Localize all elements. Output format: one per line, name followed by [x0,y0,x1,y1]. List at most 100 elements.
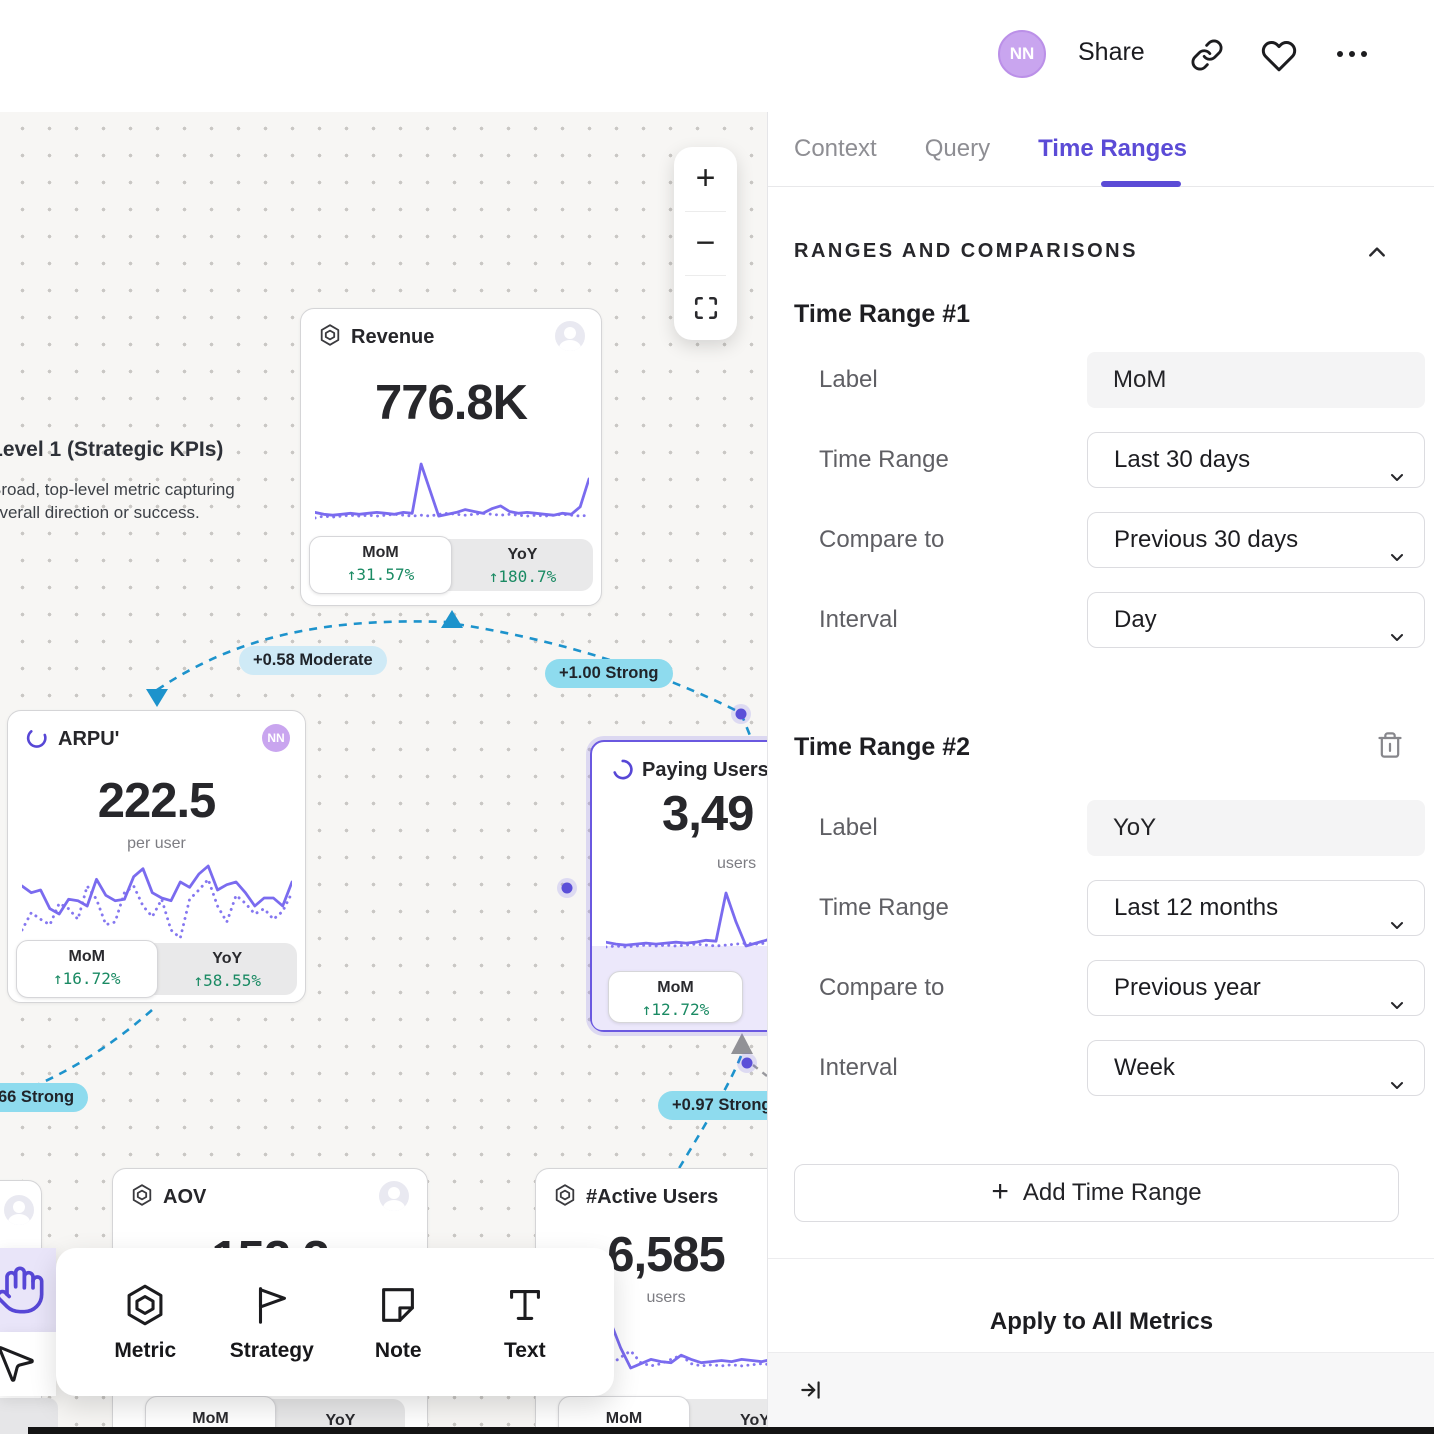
tool-note[interactable]: Note [342,1282,454,1363]
cursor-icon [0,1340,38,1386]
interval-label: Interval [819,592,898,648]
time-range-2-title: Time Range #2 [794,733,970,762]
link-icon [1190,38,1224,72]
plus-icon: + [991,1175,1009,1209]
tab-query[interactable]: Query [925,135,990,163]
card-title: #Active Users [586,1186,718,1209]
object-palette: Metric Strategy Note Text [56,1248,614,1396]
metric-value: 776.8K [301,375,601,431]
bottom-edge-bar [28,1427,1434,1434]
owner-avatar-icon [379,1181,409,1211]
hand-tool-button[interactable] [0,1248,56,1332]
metric-card-revenue[interactable]: Revenue 776.8K MoM ↑31.57% YoY ↑180.7% [300,308,602,606]
comparison-toggle: MoM ↑31.57% YoY ↑180.7% [311,539,593,591]
hexagon-metric-icon [318,323,342,352]
correlation-badge-arpu-revenue[interactable]: +0.58 Moderate [239,646,387,675]
mom-toggle[interactable]: MoM ↑12.72% [608,971,743,1023]
edge-gray-stub [753,1065,767,1076]
ellipsis-icon [1334,44,1370,64]
interval-label: Interval [819,1040,898,1096]
compare-to-select[interactable]: Previous 30 days [1087,512,1425,568]
compare-to-label: Compare to [819,960,944,1016]
panel-tabs: Context Query Time Ranges [768,112,1434,187]
collapse-panel-button[interactable] [798,1377,824,1408]
copy-link-button[interactable] [1190,38,1224,77]
group-description: Broad, top-level metric capturing overal… [0,478,246,525]
fit-view-button[interactable] [674,276,737,340]
hexagon-metric-icon [122,1282,168,1328]
comparison-toggle: MoM ↑16.72% YoY ↑58.55% [18,943,297,995]
metric-tree-canvas[interactable]: Level 1 (Strategic KPIs) Broad, top-leve… [0,112,767,1434]
tab-context[interactable]: Context [794,135,877,163]
correlation-badge-active-paying[interactable]: +0.97 Strong [658,1091,767,1120]
zoom-controls: + − [674,147,737,340]
metric-unit: users [717,855,756,873]
tab-time-ranges[interactable]: Time Ranges [1038,135,1187,163]
arrowhead-into-arpu [146,689,168,707]
chevron-up-icon [1367,244,1387,260]
zoom-out-button[interactable]: − [674,212,737,276]
delete-time-range-button[interactable] [1376,730,1404,765]
user-avatar[interactable]: NN [998,30,1046,78]
app-screen: Level 1 (Strategic KPIs) Broad, top-leve… [0,0,1434,1434]
top-header: NN Share [0,0,1434,112]
panel-footer [768,1352,1434,1434]
chevron-down-icon [1388,1060,1406,1113]
hexagon-metric-icon [130,1183,154,1212]
connection-handle-dot[interactable] [562,883,573,894]
flag-icon [249,1282,295,1328]
time-range-select[interactable]: Last 12 months [1087,880,1425,936]
card-title: Revenue [351,326,434,349]
mom-toggle[interactable]: MoM ↑31.57% [309,536,452,594]
chevron-down-icon [1388,612,1406,665]
label-field-label: Label [819,352,878,408]
favorite-button[interactable] [1261,38,1297,79]
sparkline-chart [315,459,589,523]
trash-icon [1376,730,1404,760]
add-time-range-button[interactable]: + Add Time Range [794,1164,1399,1222]
chevron-down-icon [1388,452,1406,505]
share-button[interactable]: Share [1078,38,1145,67]
owner-avatar-icon [4,1195,34,1225]
group-annotation: Level 1 (Strategic KPIs) Broad, top-leve… [0,438,246,525]
apply-to-all-metrics-button[interactable]: Apply to All Metrics [768,1308,1434,1336]
mom-toggle[interactable]: MoM ↑16.72% [16,940,158,998]
yoy-toggle[interactable]: YoY ↑58.55% [158,943,298,995]
time-range-label: Time Range [819,880,949,936]
chevron-down-icon [1388,900,1406,953]
tool-strategy[interactable]: Strategy [216,1282,328,1363]
collapse-section-button[interactable] [1367,244,1387,265]
zoom-in-button[interactable]: + [674,147,737,211]
owner-badge: NN [262,724,290,752]
correlation-badge-paying-revenue[interactable]: +1.00 Strong [545,659,673,688]
metric-card-paying-users[interactable]: Paying Users' 3,49 users MoM ↑12.72% [590,740,767,1032]
time-range-select[interactable]: Last 30 days [1087,432,1425,488]
connection-handle-dot[interactable] [742,1058,753,1069]
yoy-toggle[interactable]: YoY ↑180.7% [452,539,593,591]
settings-panel: Context Query Time Ranges RANGES AND COM… [767,112,1434,1434]
interval-select[interactable]: Day [1087,592,1425,648]
tool-metric[interactable]: Metric [89,1282,201,1363]
connection-handle-dot[interactable] [736,709,747,720]
metric-unit: per user [8,835,305,853]
correlation-badge-left[interactable]: 66 Strong [0,1083,88,1112]
time-range-1-title: Time Range #1 [794,300,970,329]
more-options-button[interactable] [1334,44,1370,69]
active-tab-indicator [1101,181,1181,187]
sparkline-chart [606,888,767,952]
owner-avatar-icon [555,321,585,351]
note-icon [375,1282,421,1328]
select-tool-button[interactable] [0,1332,56,1396]
compare-to-select[interactable]: Previous year [1087,960,1425,1016]
sparkline-chart [22,861,292,943]
compare-to-label: Compare to [819,512,944,568]
tool-text[interactable]: Text [469,1282,581,1363]
label-input[interactable]: YoY [1087,800,1425,856]
metric-card-arpu[interactable]: ARPU' NN 222.5 per user MoM ↑16.72% YoY … [7,710,306,1003]
arrowhead-into-paying [731,1033,753,1054]
label-field-label: Label [819,800,878,856]
label-input[interactable]: MoM [1087,352,1425,408]
card-title: AOV [163,1186,206,1209]
card-title: ARPU' [58,728,119,751]
interval-select[interactable]: Week [1087,1040,1425,1096]
